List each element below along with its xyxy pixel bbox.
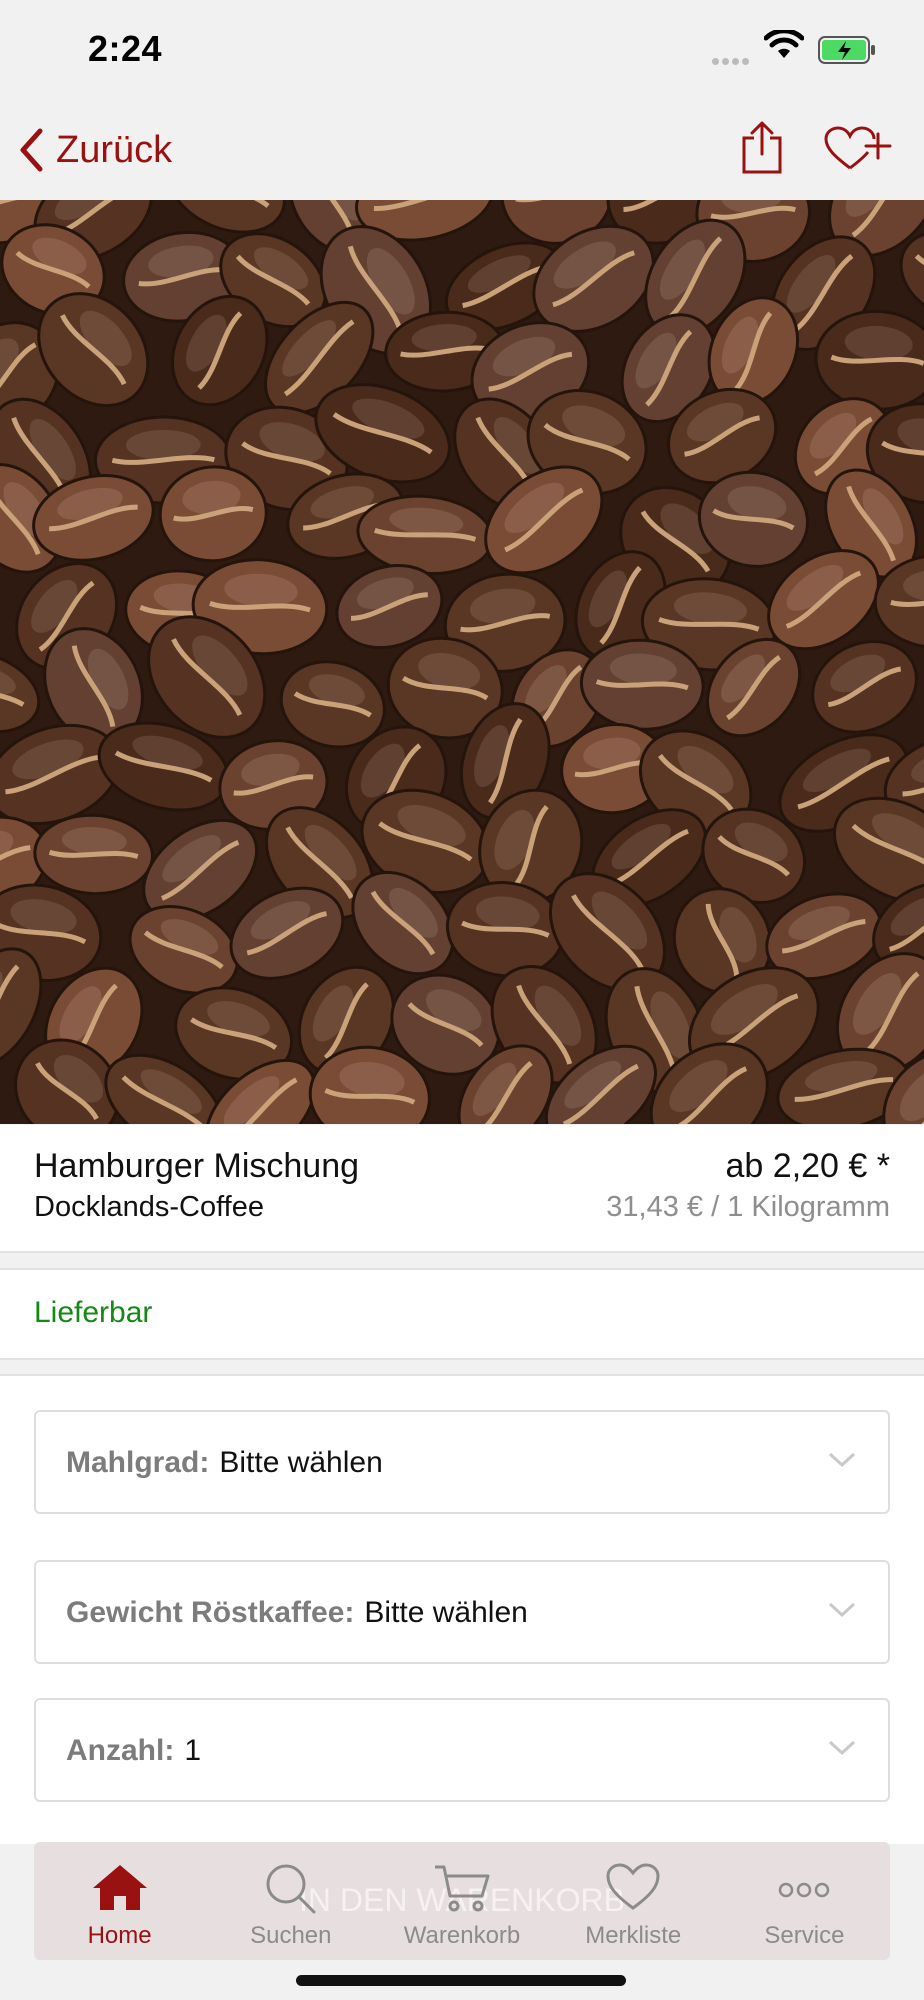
- product-image[interactable]: [0, 200, 924, 1124]
- product-header: Hamburger Mischung Docklands-Coffee ab 2…: [0, 1125, 924, 1253]
- heart-plus-icon[interactable]: [824, 126, 894, 172]
- status-time: 2:24: [88, 28, 163, 69]
- weight-select-value: Bitte wählen: [364, 1596, 528, 1629]
- nav-bar: Zurück: [0, 100, 924, 200]
- tab-search[interactable]: Suchen: [205, 1842, 376, 1960]
- weight-select[interactable]: Gewicht Röstkaffee: Bitte wählen: [34, 1560, 890, 1664]
- search-icon: [266, 1864, 316, 1914]
- heart-icon: [606, 1863, 660, 1910]
- tab-wishlist[interactable]: Merkliste: [548, 1842, 719, 1960]
- tab-home-label: Home: [87, 1922, 152, 1949]
- grind-select-value: Bitte wählen: [219, 1446, 383, 1479]
- grind-select[interactable]: Mahlgrad: Bitte wählen: [34, 1410, 890, 1514]
- tab-bar: Home Suchen Warenkorb Merkliste Service: [34, 1842, 890, 1960]
- tab-home[interactable]: Home: [34, 1842, 205, 1960]
- chevron-down-icon: [828, 1740, 856, 1756]
- chevron-left-icon: [20, 128, 43, 172]
- more-icon: [779, 1882, 830, 1898]
- battery-charging-icon: [818, 36, 875, 64]
- chevron-down-icon: [828, 1602, 856, 1618]
- tab-service[interactable]: Service: [719, 1842, 890, 1960]
- grind-select-label: Mahlgrad:: [66, 1446, 210, 1479]
- share-icon[interactable]: [738, 120, 786, 176]
- product-price: ab 2,20 € *: [725, 1147, 890, 1185]
- home-indicator: [296, 1975, 626, 1986]
- tab-cart[interactable]: Warenkorb: [376, 1842, 547, 1960]
- home-icon: [92, 1865, 147, 1910]
- tab-search-label: Suchen: [250, 1922, 332, 1949]
- back-button[interactable]: Zurück: [18, 126, 172, 174]
- wifi-icon: [764, 30, 804, 58]
- chevron-down-icon: [828, 1452, 856, 1468]
- tab-service-label: Service: [764, 1922, 845, 1949]
- product-brand: Docklands-Coffee: [34, 1191, 264, 1223]
- quantity-select-label: Anzahl:: [66, 1734, 175, 1767]
- availability-label: Lieferbar: [34, 1296, 153, 1329]
- weight-select-label: Gewicht Röstkaffee:: [66, 1596, 355, 1629]
- tab-wishlist-label: Merkliste: [585, 1922, 682, 1949]
- back-label: Zurück: [56, 128, 173, 171]
- cart-icon: [435, 1865, 490, 1912]
- product-name: Hamburger Mischung: [34, 1147, 360, 1185]
- status-bar: 2:24: [0, 0, 924, 100]
- quantity-select-value: 1: [184, 1734, 202, 1767]
- quantity-select[interactable]: Anzahl: 1: [34, 1698, 890, 1802]
- tab-cart-label: Warenkorb: [403, 1922, 521, 1949]
- coffee-beans-photo: [0, 200, 924, 1124]
- product-options: Mahlgrad: Bitte wählen Gewicht Röstkaffee…: [0, 1374, 924, 1844]
- cellular-signal-icon: [712, 52, 752, 70]
- availability-row: Lieferbar: [0, 1268, 924, 1360]
- unit-price: 31,43 € / 1 Kilogramm: [606, 1191, 890, 1223]
